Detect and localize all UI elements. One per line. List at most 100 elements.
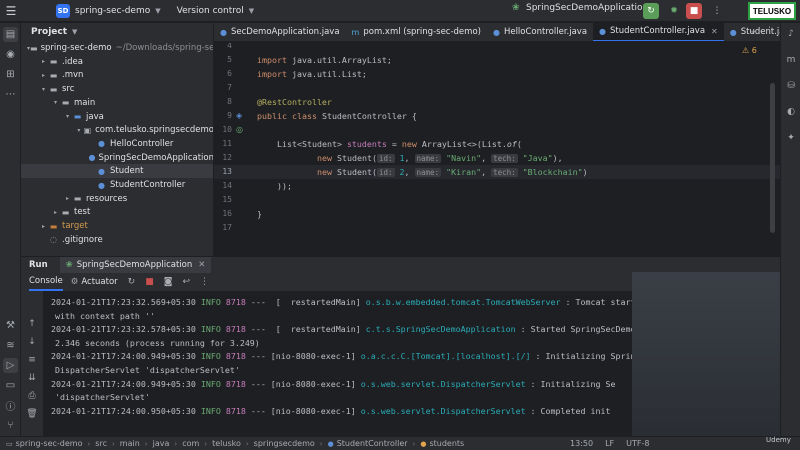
line-separator[interactable]: LF — [605, 439, 614, 448]
project-name[interactable]: spring-sec-demo — [75, 6, 150, 16]
chevron-down-icon[interactable]: ▾ — [75, 127, 83, 134]
tree-item[interactable]: ● Student — [21, 164, 213, 179]
tree-item[interactable]: ◌ .gitignore — [21, 233, 213, 247]
run-tab-springsecdemoapplication[interactable]: ❀ SpringSecDemoApplication ✕ — [59, 256, 212, 274]
breadcrumb-item[interactable]: StudentController — [337, 439, 408, 448]
tree-item[interactable]: ● SpringSecDemoApplication — [21, 151, 213, 165]
breadcrumb-item[interactable]: src — [95, 439, 107, 448]
more-icon[interactable]: ⋮ — [765, 26, 774, 36]
tree-item[interactable]: ▸ ▬ .idea — [21, 55, 213, 69]
maven-tool-icon[interactable]: m — [784, 53, 798, 67]
bean-icon[interactable]: ◎ — [236, 125, 243, 134]
tree-item[interactable]: ▸ ▬ test — [21, 205, 213, 219]
stop-icon[interactable]: ■ — [145, 277, 154, 287]
run-config-selector[interactable]: ❀ SpringSecDemoApplication ▼ — [512, 3, 659, 13]
tab-actuator[interactable]: ⚙ Actuator — [71, 277, 118, 287]
close-icon[interactable]: ✕ — [711, 27, 718, 36]
cursor-position[interactable]: 13:50 — [570, 439, 593, 448]
tree-item[interactable]: ▸ ▬ target — [21, 219, 213, 233]
tree-item[interactable]: ● StudentController — [21, 178, 213, 192]
breadcrumb-item[interactable]: springsecdemo — [254, 439, 315, 448]
line-number: 8 — [227, 97, 232, 106]
tab-springsecdemoapplication[interactable]: ● SecDemoApplication.java — [214, 23, 346, 41]
scroll-end-icon[interactable]: ⇊ — [25, 371, 39, 385]
restore-layout-icon[interactable]: ↩ — [182, 277, 190, 287]
breadcrumb-item[interactable]: telusko — [212, 439, 241, 448]
chevron-down-icon[interactable]: ▾ — [63, 113, 72, 120]
project-tool-icon[interactable]: ▤ — [3, 27, 18, 42]
log-text: : Completed init — [525, 405, 611, 416]
chevron-right-icon[interactable]: ▸ — [51, 209, 60, 216]
tab-pom-xml[interactable]: m pom.xml (spring-sec-demo) — [346, 23, 487, 41]
restart-button[interactable]: ↻ — [643, 3, 659, 19]
close-icon[interactable]: ✕ — [198, 260, 205, 270]
git-icon[interactable]: ⑂ — [3, 418, 18, 433]
file-encoding[interactable]: UTF-8 — [626, 439, 649, 448]
breadcrumb-item[interactable]: spring-sec-demo — [16, 439, 83, 448]
actuator-tab-label: Actuator — [81, 277, 118, 287]
breadcrumb-item[interactable]: com — [182, 439, 199, 448]
warning-indicator[interactable]: ⚠ 6 — [742, 46, 757, 55]
tabs-dropdown-icon[interactable]: ⌄ — [749, 26, 757, 36]
notifications-icon[interactable]: ♪ — [784, 27, 798, 41]
bean-icon[interactable]: ◈ — [236, 111, 242, 120]
trash-icon[interactable]: 🗑 — [25, 407, 39, 421]
tree-item[interactable]: ▾ ▬ src — [21, 82, 213, 96]
code-line: )); — [277, 181, 292, 191]
arrow-down-icon[interactable]: ↓ — [25, 335, 39, 349]
chevron-right-icon[interactable]: ▸ — [39, 223, 48, 230]
chevron-down-icon[interactable]: ▼ — [155, 7, 160, 15]
more-icon[interactable]: ⋮ — [200, 277, 209, 287]
left-tool-strip: ▤ ◉ ⊞ ⋯ ⚒ ≋ ▷ ▭ ⓘ ⑂ — [0, 23, 21, 436]
structure-icon[interactable]: ⊞ — [3, 67, 18, 82]
gradle-icon[interactable]: ◐ — [784, 105, 798, 119]
code-line: List<Student> students = new ArrayList<>… — [277, 139, 522, 149]
tree-item[interactable]: ▾ ▬ main — [21, 96, 213, 110]
code-editor[interactable]: 4 5 6 7 8 9 10 11 12 13 14 15 16 17 ◈ ◎ ⚠ 6 import ja… — [214, 43, 780, 256]
project-badge[interactable]: SD — [56, 3, 70, 18]
breadcrumb-item[interactable]: main — [120, 439, 140, 448]
breadcrumb-item[interactable]: students — [429, 439, 464, 448]
console-tab-label: Console — [29, 276, 63, 286]
build-icon[interactable]: ⚒ — [3, 318, 18, 333]
more-tools-icon[interactable]: ⋯ — [3, 87, 18, 102]
chevron-right-icon[interactable]: ▸ — [39, 58, 48, 65]
camera-icon[interactable]: ◙ — [164, 277, 173, 287]
tree-item[interactable]: ▾ ▬ spring-sec-demo ~/Downloads/spring-se — [21, 41, 213, 55]
tree-item[interactable]: ● HelloController — [21, 137, 213, 151]
ai-assistant-icon[interactable]: ✦ — [784, 131, 798, 145]
more-icon[interactable]: ⋮ — [709, 3, 725, 19]
tab-hellocontroller[interactable]: ● HelloController.java — [487, 23, 593, 41]
main-menu-icon[interactable]: ☰ — [0, 0, 22, 22]
tree-item[interactable]: ▸ ▬ resources — [21, 192, 213, 206]
soft-wrap-icon[interactable]: ≡ — [25, 353, 39, 367]
print-icon[interactable]: ⎙ — [25, 389, 39, 403]
chevron-down-icon[interactable]: ▼ — [72, 28, 77, 36]
problems-icon[interactable]: ⓘ — [3, 398, 18, 413]
chevron-right-icon[interactable]: ▸ — [39, 72, 48, 79]
tab-studentcontroller[interactable]: ● StudentController.java ✕ — [593, 23, 724, 41]
tree-item-label: src — [62, 84, 75, 95]
debug-icon[interactable]: ✹ — [666, 3, 682, 19]
chevron-right-icon[interactable]: ▸ — [63, 195, 72, 202]
project-panel-header[interactable]: Project ▼ — [21, 23, 213, 41]
chevron-down-icon[interactable]: ▾ — [51, 99, 60, 106]
tree-item[interactable]: ▸ ▬ .mvn — [21, 68, 213, 82]
editor-scrollbar[interactable] — [770, 83, 775, 233]
database-icon[interactable]: ⛁ — [784, 79, 798, 93]
run-tool-icon[interactable]: ▷ — [3, 358, 18, 373]
tab-console[interactable]: Console — [29, 273, 63, 291]
terminal-icon[interactable]: ▭ — [3, 378, 18, 393]
arrow-up-icon[interactable]: ↑ — [25, 317, 39, 331]
code-line: new Student(id: 1, name: "Navin", tech: … — [317, 153, 563, 163]
tree-item[interactable]: ▾ ▬ java — [21, 110, 213, 124]
chevron-down-icon[interactable]: ▼ — [249, 7, 254, 15]
commit-icon[interactable]: ◉ — [3, 47, 18, 62]
rerun-icon[interactable]: ↻ — [128, 277, 136, 287]
layers-icon[interactable]: ≋ — [3, 338, 18, 353]
chevron-down-icon[interactable]: ▾ — [39, 86, 48, 93]
version-control-menu[interactable]: Version control — [177, 6, 244, 16]
stop-button[interactable]: ■ — [686, 3, 702, 19]
tree-item[interactable]: ▾ ▣ com.telusko.springsecdemo — [21, 123, 213, 137]
breadcrumb-item[interactable]: java — [153, 439, 170, 448]
